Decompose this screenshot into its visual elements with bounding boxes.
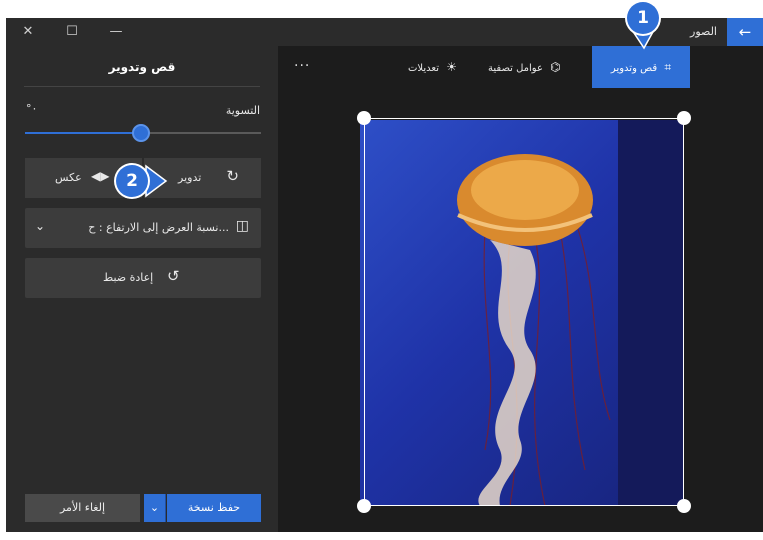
step-2-callout: 2 (116, 165, 148, 197)
rotate-icon: ↻ (226, 167, 239, 185)
edit-toolbar: ... تعديلات ☀ عوامل تصفية ⌬ قص وتدوير ⌗ (278, 46, 763, 88)
sun-icon: ☀ (446, 60, 457, 74)
cancel-button[interactable]: إلغاء الأمر (25, 494, 140, 522)
filters-tab[interactable]: عوامل تصفية ⌬ (488, 46, 561, 88)
crop-handle-bottom-right[interactable] (677, 499, 691, 513)
maximize-window-button[interactable]: ☐ (50, 18, 94, 46)
rotate-label: تدوير (178, 171, 202, 184)
more-options-button[interactable]: ... (294, 54, 310, 70)
minimize-icon: — (109, 24, 123, 39)
adjustments-label: تعديلات (408, 63, 440, 74)
minimize-window-button[interactable]: — (94, 18, 138, 46)
crop-icon: ⌗ (664, 60, 672, 74)
save-copy-group: ⌄ حفظ نسخة (144, 494, 261, 522)
reset-label: إعادة ضبط (103, 271, 154, 284)
reset-icon: ↺ (167, 267, 180, 285)
app-title: الصور (690, 25, 717, 38)
maximize-icon: ☐ (66, 24, 78, 39)
save-copy-button[interactable]: حفظ نسخة (167, 494, 261, 522)
chevron-down-icon: ⌄ (149, 501, 160, 514)
panel-divider (24, 86, 260, 87)
close-window-button[interactable]: ✕ (6, 18, 50, 46)
adjustments-tab[interactable]: تعديلات ☀ (408, 46, 457, 88)
reset-button[interactable]: إعادة ضبط ↺ (25, 258, 261, 298)
crop-handle-bottom-left[interactable] (357, 499, 371, 513)
back-button[interactable]: ← (727, 18, 763, 46)
close-icon: ✕ (22, 24, 34, 39)
crop-handle-top-left[interactable] (357, 111, 371, 125)
crop-rotate-tab-label: قص وتدوير (610, 63, 658, 74)
save-options-button[interactable]: ⌄ (144, 494, 166, 522)
flip-icon: ◀▶ (91, 169, 110, 183)
crop-handle-top-right[interactable] (677, 111, 691, 125)
aspect-ratio-label: نسبة العرض إلى الارتفاع : ح... (88, 221, 229, 234)
crop-rotate-panel: قص وتدوير التسوية °٠ عكس ◀▶ تدوير ↻ ⌄ نس… (6, 46, 278, 532)
straighten-slider-thumb[interactable] (132, 124, 150, 142)
arrow-left-icon: ← (738, 23, 752, 41)
filters-label: عوامل تصفية (488, 63, 543, 74)
straighten-value: °٠ (26, 102, 38, 115)
step-1-callout: 1 (627, 2, 659, 34)
crop-frame[interactable] (364, 118, 684, 506)
panel-title: قص وتدوير (108, 60, 176, 74)
straighten-label: التسوية (225, 104, 260, 117)
filter-icon: ⌬ (550, 60, 561, 74)
chevron-down-icon: ⌄ (35, 219, 46, 233)
crop-rotate-tab[interactable]: قص وتدوير ⌗ (592, 46, 690, 88)
aspect-ratio-dropdown[interactable]: ⌄ نسبة العرض إلى الارتفاع : ح... ◫ (25, 208, 261, 248)
rotate-button[interactable]: تدوير ↻ (144, 158, 261, 198)
straighten-slider-fill (25, 132, 143, 134)
aspect-ratio-icon: ◫ (235, 218, 249, 234)
flip-label: عكس (55, 171, 82, 184)
